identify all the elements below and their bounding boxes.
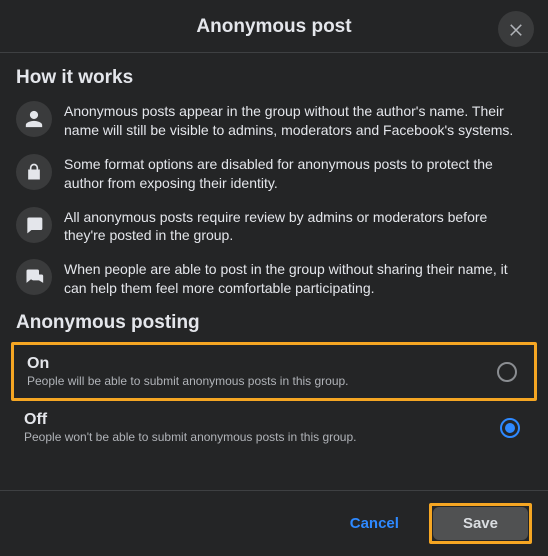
option-off-label: Off xyxy=(24,411,357,429)
lock-icon xyxy=(16,154,52,190)
option-off-desc: People won't be able to submit anonymous… xyxy=(24,430,357,444)
anonymous-posting-title: Anonymous posting xyxy=(16,312,532,334)
option-off[interactable]: Off People won't be able to submit anony… xyxy=(16,401,532,454)
option-on[interactable]: On People will be able to submit anonymo… xyxy=(19,345,529,398)
dialog-title: Anonymous post xyxy=(0,16,548,38)
option-on-desc: People will be able to submit anonymous … xyxy=(27,374,349,388)
info-text: When people are able to post in the grou… xyxy=(64,259,532,298)
highlight-on-option: On People will be able to submit anonymo… xyxy=(11,342,537,401)
info-row: Anonymous posts appear in the group with… xyxy=(16,101,532,140)
person-icon xyxy=(16,101,52,137)
dialog-footer: Cancel Save xyxy=(0,490,548,556)
info-text: Some format options are disabled for ano… xyxy=(64,154,532,193)
dialog-header: Anonymous post xyxy=(0,0,548,53)
anonymous-post-dialog: Anonymous post How it works Anonymous po… xyxy=(0,0,548,556)
radio-on[interactable] xyxy=(497,362,517,382)
review-icon xyxy=(16,207,52,243)
how-it-works-title: How it works xyxy=(16,67,532,89)
info-text: Anonymous posts appear in the group with… xyxy=(64,101,532,140)
close-button[interactable] xyxy=(498,11,534,47)
radio-off[interactable] xyxy=(500,418,520,438)
info-text: All anonymous posts require review by ad… xyxy=(64,207,532,246)
info-row: When people are able to post in the grou… xyxy=(16,259,532,298)
info-row: Some format options are disabled for ano… xyxy=(16,154,532,193)
save-button[interactable]: Save xyxy=(433,507,528,540)
option-on-label: On xyxy=(27,355,349,373)
chat-icon xyxy=(16,259,52,295)
close-icon xyxy=(507,20,525,38)
cancel-button[interactable]: Cancel xyxy=(332,507,417,540)
highlight-save-button: Save xyxy=(429,503,532,544)
info-row: All anonymous posts require review by ad… xyxy=(16,207,532,246)
dialog-content: How it works Anonymous posts appear in t… xyxy=(0,53,548,490)
